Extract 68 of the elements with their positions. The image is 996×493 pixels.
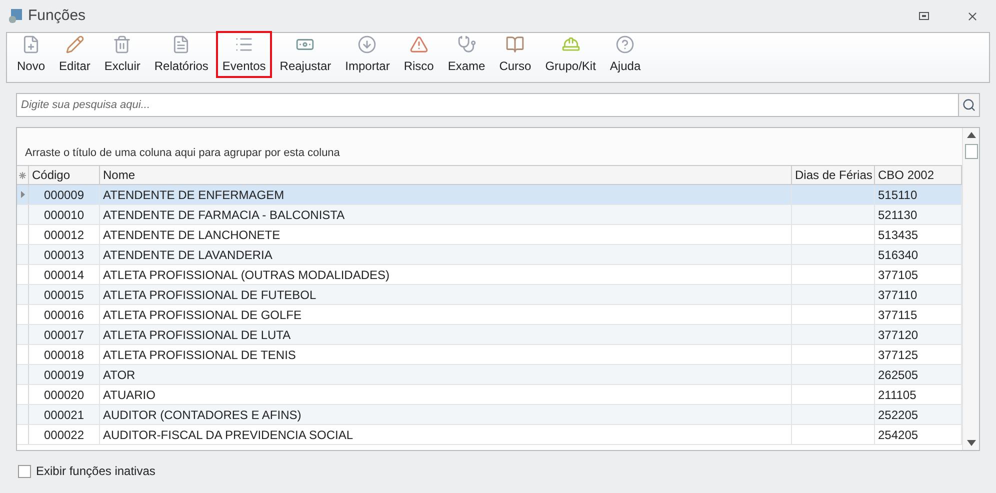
- toolbar-button[interactable]: Reajustar: [274, 31, 338, 78]
- toolbar-button[interactable]: Editar: [53, 31, 96, 78]
- table-row[interactable]: 000018 ATLETA PROFISSIONAL DE TENIS 377125: [17, 345, 962, 365]
- table-cell: 000012: [29, 225, 100, 244]
- table-cell: 000018: [29, 345, 100, 364]
- close-icon: [966, 10, 978, 22]
- table-row[interactable]: 000019 ATOR 262505: [17, 365, 962, 385]
- table-cell: ATLETA PROFISSIONAL DE GOLFE: [100, 305, 792, 324]
- table-cell: 000017: [29, 325, 100, 344]
- table-cell: 000010: [29, 205, 100, 224]
- table-cell: AUDITOR-FISCAL DA PREVIDENCIA SOCIAL: [100, 425, 792, 444]
- table-cell: ATENDENTE DE LANCHONETE: [100, 225, 792, 244]
- table-row[interactable]: 000014 ATLETA PROFISSIONAL (OUTRAS MODALIDADES) 377105: [17, 265, 962, 285]
- asterisk-icon: [19, 172, 26, 178]
- table-cell: ATENDENTE DE LAVANDERIA: [100, 245, 792, 264]
- table-cell: 000014: [29, 265, 100, 284]
- table-cell: 000022: [29, 425, 100, 444]
- table-row[interactable]: 000017 ATLETA PROFISSIONAL DE LUTA 377120: [17, 325, 962, 345]
- table-cell: 000009: [29, 185, 100, 204]
- toolbar-button[interactable]: Grupo/Kit: [539, 31, 602, 78]
- scroll-thumb[interactable]: [964, 144, 978, 159]
- table-row[interactable]: 000020 ATUARIO 211105: [17, 385, 962, 405]
- toolbar-button[interactable]: Ajuda: [604, 31, 647, 78]
- toolbar-button[interactable]: Importar: [339, 31, 396, 78]
- scroll-up-icon[interactable]: [966, 132, 976, 138]
- table-cell: ATENDENTE DE FARMACIA - BALCONISTA: [100, 205, 792, 224]
- table-cell: ATENDENTE DE ENFERMAGEM: [100, 185, 792, 204]
- table-row[interactable]: 000013 ATENDENTE DE LAVANDERIA 516340: [17, 245, 962, 265]
- scrollbar[interactable]: [962, 128, 979, 450]
- table-cell: 000021: [29, 405, 100, 424]
- table-row[interactable]: 000022 AUDITOR-FISCAL DA PREVIDENCIA SOCIAL 254205: [17, 425, 962, 445]
- scroll-down-icon[interactable]: [966, 440, 976, 446]
- table-cell: ATOR: [100, 365, 792, 384]
- search-field[interactable]: Digite sua pesquisa aqui...: [16, 93, 958, 117]
- table-row[interactable]: 000009 ATENDENTE DE ENFERMAGEM 515110: [17, 185, 962, 205]
- search-icon: [962, 98, 976, 112]
- table-cell: ATLETA PROFISSIONAL DE LUTA: [100, 325, 792, 344]
- table-row[interactable]: 000021 AUDITOR (CONTADORES E AFINS) 252205: [17, 405, 962, 425]
- table-row[interactable]: 000010 ATENDENTE DE FARMACIA - BALCONISTA 521130: [17, 205, 962, 225]
- row-pointer-icon: [20, 191, 24, 198]
- toolbar-button[interactable]: Relatórios: [148, 31, 214, 78]
- restore-icon: [919, 12, 929, 20]
- table-cell: ATUARIO: [100, 385, 792, 404]
- column-header[interactable]: Código: [29, 166, 100, 184]
- toolbar-button[interactable]: Curso: [493, 31, 538, 78]
- table-cell: ATLETA PROFISSIONAL (OUTRAS MODALIDADES): [100, 265, 792, 284]
- toolbar-button[interactable]: Novo: [11, 31, 52, 78]
- table-row[interactable]: 000012 ATENDENTE DE LANCHONETE 513435: [17, 225, 962, 245]
- table-cell: 000019: [29, 365, 100, 384]
- column-header[interactable]: Dias de Férias: [792, 166, 875, 184]
- toolbar-button[interactable]: Eventos: [216, 31, 272, 78]
- table-cell: 000020: [29, 385, 100, 404]
- toolbar-button[interactable]: Excluir: [98, 31, 146, 78]
- table-cell: 000015: [29, 285, 100, 304]
- toolbar-button[interactable]: Risco: [398, 31, 440, 78]
- window-icon: [8, 8, 24, 24]
- group-by-hint: Arraste o título de uma coluna aqui para agrupar por esta coluna: [25, 146, 340, 160]
- table-cell: ATLETA PROFISSIONAL DE FUTEBOL: [100, 285, 792, 304]
- column-header[interactable]: Nome: [100, 166, 792, 184]
- table-row[interactable]: 000015 ATLETA PROFISSIONAL DE FUTEBOL 377110: [17, 285, 962, 305]
- search-button[interactable]: [958, 93, 980, 117]
- table-cell: ATLETA PROFISSIONAL DE TENIS: [100, 345, 792, 364]
- toolbar-button[interactable]: Exame: [442, 31, 492, 78]
- table-cell: AUDITOR (CONTADORES E AFINS): [100, 405, 792, 424]
- window-title: Funções: [28, 6, 86, 26]
- table-cell: 000013: [29, 245, 100, 264]
- table-cell: 000016: [29, 305, 100, 324]
- table-row[interactable]: 000016 ATLETA PROFISSIONAL DE GOLFE 377115: [17, 305, 962, 325]
